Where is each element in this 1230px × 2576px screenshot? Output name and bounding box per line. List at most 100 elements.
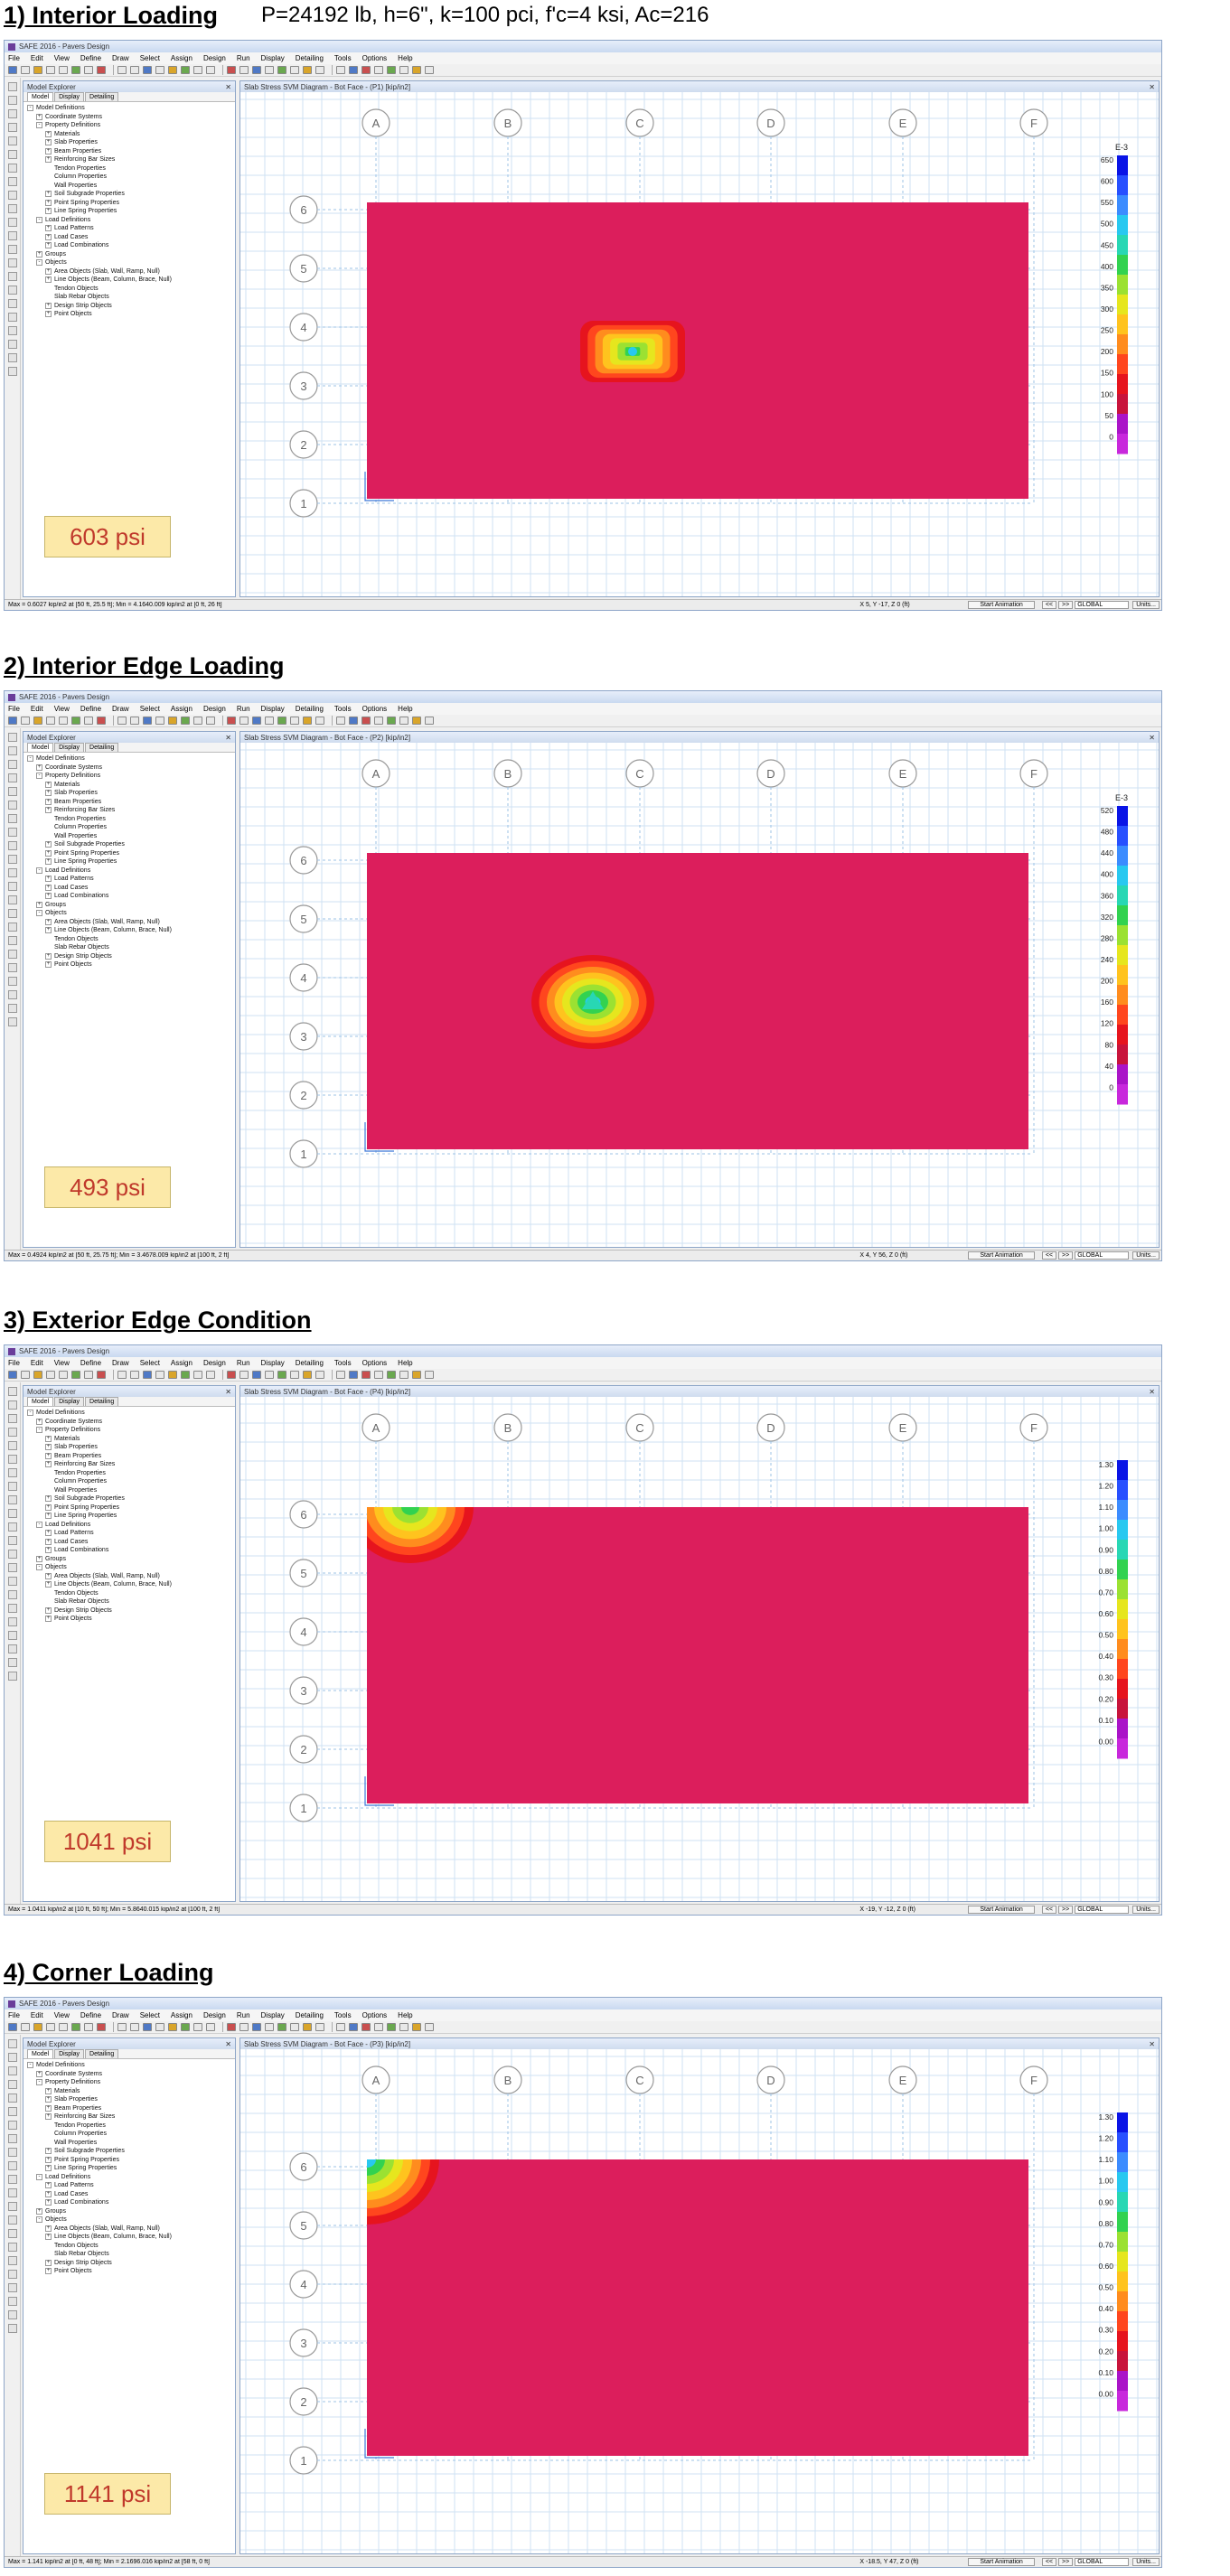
side-tool-icon[interactable]: [7, 1590, 17, 1599]
collapse-icon[interactable]: -: [27, 755, 33, 763]
tree-item[interactable]: + Materials: [27, 130, 235, 139]
side-tool-icon[interactable]: [7, 2175, 17, 2184]
expand-icon[interactable]: +: [45, 1538, 52, 1545]
tab-detailing[interactable]: Detailing: [85, 92, 119, 101]
tree-item[interactable]: + Load Patterns: [27, 2181, 235, 2190]
tree-item[interactable]: + Reinforcing Bar Sizes: [27, 1460, 235, 1469]
menu-assign[interactable]: Assign: [171, 2011, 192, 2019]
tree-item[interactable]: - Load Definitions: [27, 1521, 235, 1530]
toolbar-tool-icon[interactable]: [130, 66, 139, 74]
menu-detailing[interactable]: Detailing: [296, 2011, 324, 2019]
side-tool-icon[interactable]: [7, 923, 17, 932]
menu-detailing[interactable]: Detailing: [296, 1359, 324, 1367]
expand-icon[interactable]: +: [45, 2199, 52, 2206]
menu-file[interactable]: File: [8, 54, 20, 62]
side-tool-icon[interactable]: [7, 2297, 17, 2306]
menu-run[interactable]: Run: [237, 2011, 250, 2019]
tree-item[interactable]: + Beam Properties: [27, 1452, 235, 1461]
tree-item[interactable]: + Coordinate Systems: [27, 1418, 235, 1427]
close-icon[interactable]: ✕: [225, 2040, 231, 2048]
expand-icon[interactable]: +: [36, 250, 42, 258]
toolbar-tool-icon[interactable]: [155, 717, 164, 725]
side-tool-icon[interactable]: [7, 1604, 17, 1613]
menu-view[interactable]: View: [54, 1359, 70, 1367]
tree-item[interactable]: + Load Patterns: [27, 875, 235, 884]
tab-display[interactable]: Display: [54, 1397, 85, 1406]
toolbar-tool-icon[interactable]: [399, 1371, 408, 1379]
toolbar-tool-icon[interactable]: [425, 717, 434, 725]
menu-draw[interactable]: Draw: [112, 54, 129, 62]
side-tool-icon[interactable]: [7, 313, 17, 322]
toolbar-tool-icon[interactable]: [412, 717, 421, 725]
collapse-icon[interactable]: -: [36, 2173, 42, 2180]
tree-item[interactable]: - Objects: [27, 2215, 235, 2225]
tree-item[interactable]: + Point Objects: [27, 2267, 235, 2276]
toolbar-tool-icon[interactable]: [265, 2023, 274, 2031]
collapse-icon[interactable]: -: [36, 122, 42, 129]
toolbar-tool-icon[interactable]: [84, 2023, 93, 2031]
tree-item[interactable]: Column Properties: [27, 1477, 235, 1486]
tree-item[interactable]: - Load Definitions: [27, 216, 235, 225]
side-tool-icon[interactable]: [7, 1536, 17, 1545]
expand-icon[interactable]: +: [45, 1513, 52, 1520]
toolbar-tool-icon[interactable]: [349, 717, 358, 725]
tree-item[interactable]: + Reinforcing Bar Sizes: [27, 155, 235, 164]
toolbar-tool-icon[interactable]: [71, 1371, 80, 1379]
menu-edit[interactable]: Edit: [31, 2011, 43, 2019]
expand-icon[interactable]: +: [45, 927, 52, 934]
tree-item[interactable]: Wall Properties: [27, 182, 235, 191]
tree-item[interactable]: + Beam Properties: [27, 147, 235, 156]
toolbar-tool-icon[interactable]: [97, 66, 106, 74]
menu-display[interactable]: Display: [261, 54, 285, 62]
side-tool-icon[interactable]: [7, 909, 17, 918]
expand-icon[interactable]: +: [45, 147, 52, 155]
tree-item[interactable]: - Objects: [27, 258, 235, 267]
menu-select[interactable]: Select: [140, 54, 160, 62]
toolbar-tool-icon[interactable]: [117, 717, 127, 725]
expand-icon[interactable]: +: [45, 1444, 52, 1451]
toolbar-tool-icon[interactable]: [181, 2023, 190, 2031]
toolbar-tool-icon[interactable]: [143, 1371, 152, 1379]
side-tool-icon[interactable]: [7, 950, 17, 959]
toolbar-tool-icon[interactable]: [8, 1371, 17, 1379]
tree-item[interactable]: Tendon Objects: [27, 285, 235, 294]
side-tool-icon[interactable]: [7, 1550, 17, 1559]
toolbar-tool-icon[interactable]: [193, 66, 202, 74]
expand-icon[interactable]: +: [36, 2070, 42, 2077]
expand-icon[interactable]: +: [45, 961, 52, 969]
expand-icon[interactable]: +: [45, 2259, 52, 2266]
expand-icon[interactable]: +: [45, 2268, 52, 2275]
expand-icon[interactable]: +: [45, 2113, 52, 2121]
toolbar-tool-icon[interactable]: [412, 1371, 421, 1379]
toolbar-tool-icon[interactable]: [265, 1371, 274, 1379]
tree-item[interactable]: + Design Strip Objects: [27, 952, 235, 961]
side-tool-icon[interactable]: [7, 286, 17, 295]
side-tool-icon[interactable]: [7, 245, 17, 254]
menu-detailing[interactable]: Detailing: [296, 54, 324, 62]
menu-help[interactable]: Help: [398, 2011, 412, 2019]
toolbar-tool-icon[interactable]: [155, 1371, 164, 1379]
close-icon[interactable]: ✕: [1149, 734, 1155, 742]
toolbar-tool-icon[interactable]: [239, 1371, 249, 1379]
toolbar-tool-icon[interactable]: [206, 2023, 215, 2031]
toolbar-tool-icon[interactable]: [315, 66, 324, 74]
toolbar-tool-icon[interactable]: [21, 717, 30, 725]
toolbar-tool-icon[interactable]: [361, 2023, 371, 2031]
side-tool-icon[interactable]: [7, 895, 17, 904]
side-tool-icon[interactable]: [7, 963, 17, 972]
side-tool-icon[interactable]: [7, 2229, 17, 2238]
tree-item[interactable]: + Materials: [27, 781, 235, 790]
side-tool-icon[interactable]: [7, 1414, 17, 1423]
expand-icon[interactable]: +: [45, 841, 52, 848]
expand-icon[interactable]: +: [45, 790, 52, 797]
tree-item[interactable]: Tendon Objects: [27, 1589, 235, 1598]
expand-icon[interactable]: +: [45, 1495, 52, 1503]
prev-step-button[interactable]: <<: [1041, 2558, 1057, 2566]
collapse-icon[interactable]: -: [36, 2079, 42, 2086]
menu-edit[interactable]: Edit: [31, 705, 43, 713]
expand-icon[interactable]: +: [45, 1503, 52, 1511]
tree-item[interactable]: + Beam Properties: [27, 2104, 235, 2113]
toolbar-tool-icon[interactable]: [181, 717, 190, 725]
expand-icon[interactable]: +: [45, 311, 52, 318]
side-tool-icon[interactable]: [7, 1509, 17, 1518]
